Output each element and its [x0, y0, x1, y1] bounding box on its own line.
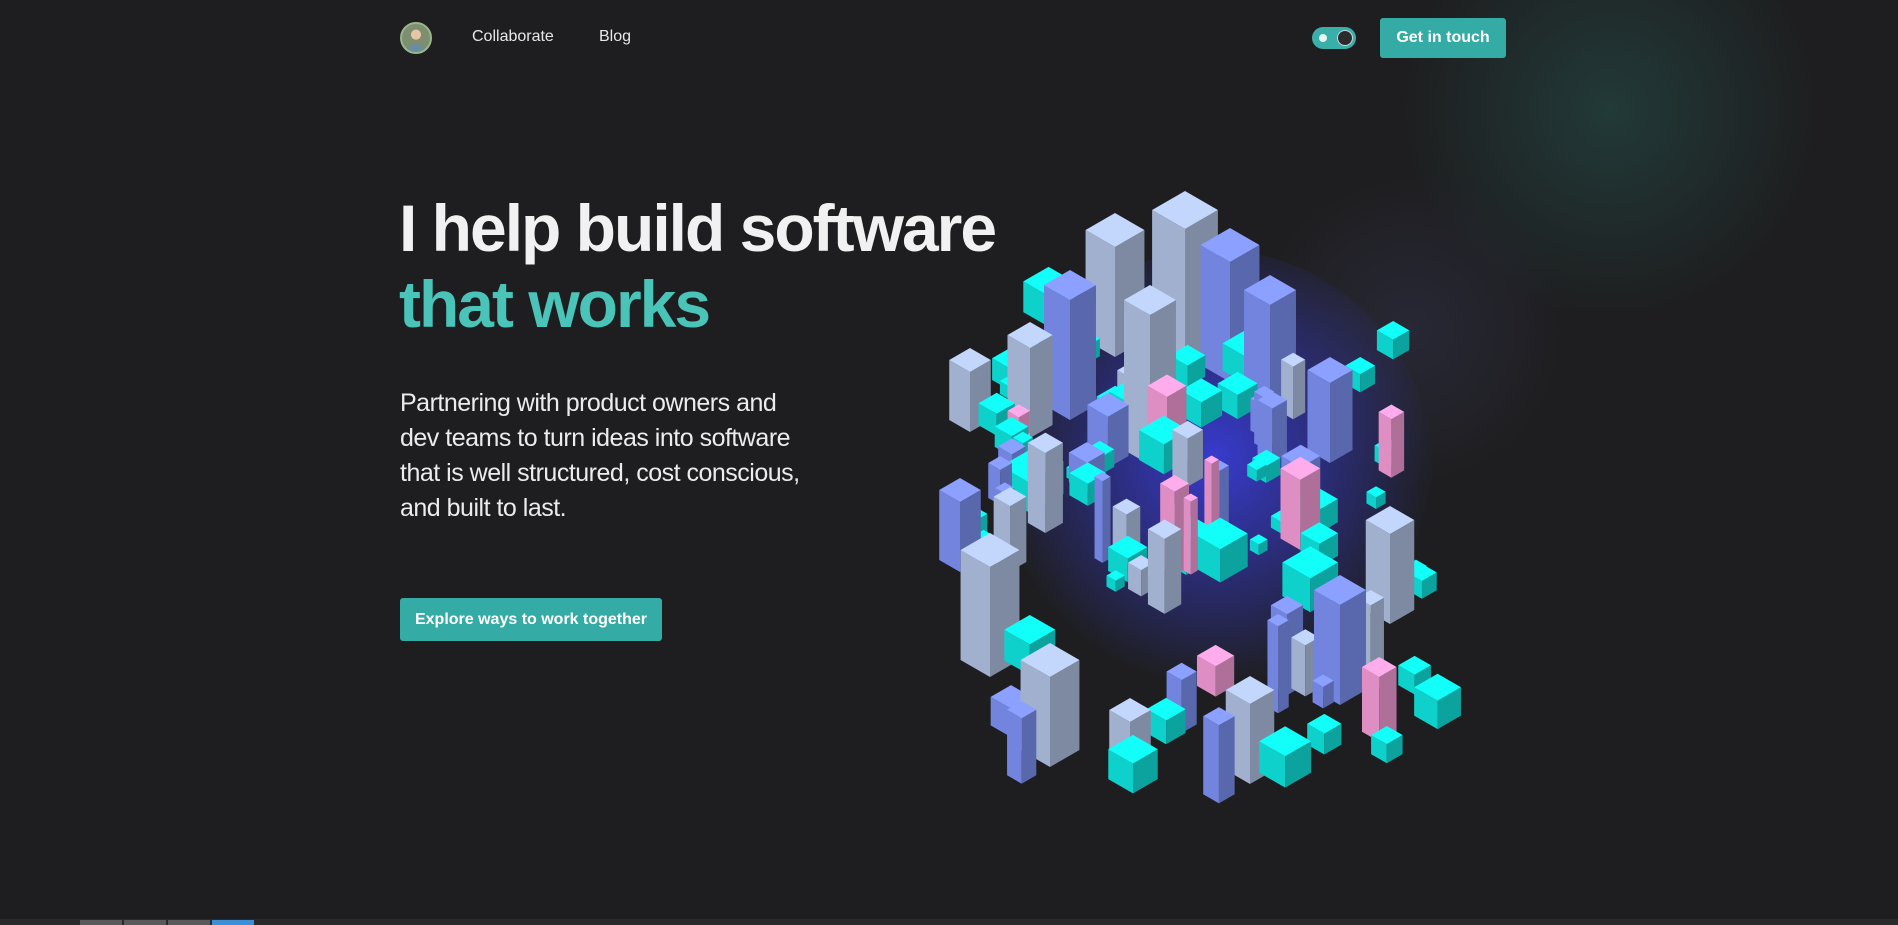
bottom-tab-4 — [212, 920, 254, 925]
nav-link-blog[interactable]: Blog — [599, 28, 631, 46]
cube — [1307, 357, 1353, 463]
toggle-knob — [1337, 30, 1353, 46]
bottom-strip — [0, 919, 1898, 925]
avatar[interactable] — [400, 22, 432, 54]
top-nav: Collaborate Blog Get in touch — [400, 18, 1506, 58]
theme-toggle[interactable] — [1312, 27, 1356, 49]
bottom-tab-1 — [80, 920, 122, 925]
cube — [1312, 674, 1334, 709]
bottom-tab-3 — [168, 920, 210, 925]
cube — [1007, 701, 1037, 784]
bottom-tab-2 — [124, 920, 166, 925]
cube — [1307, 713, 1342, 755]
isometric-cubes-illustration — [939, 191, 1461, 804]
headline-line-2: that works — [399, 267, 711, 341]
cube — [1027, 432, 1063, 533]
get-in-touch-button[interactable]: Get in touch — [1380, 18, 1506, 58]
explore-button[interactable]: Explore ways to work together — [400, 598, 662, 641]
cube — [1257, 391, 1287, 463]
cube — [1147, 519, 1182, 614]
headline-line-1: I help build software — [399, 191, 997, 265]
theme-toggle-icon — [1319, 34, 1327, 42]
nav-link-collaborate[interactable]: Collaborate — [472, 28, 554, 46]
hero-headline: I help build software that works — [399, 190, 997, 342]
cube — [1203, 707, 1235, 804]
cube — [1378, 404, 1405, 478]
page: Collaborate Blog Get in touch I help bui… — [0, 0, 1898, 925]
hero-subheadline: Partnering with product owners and dev t… — [400, 389, 800, 522]
cube — [1094, 471, 1111, 563]
cube — [1183, 493, 1198, 575]
